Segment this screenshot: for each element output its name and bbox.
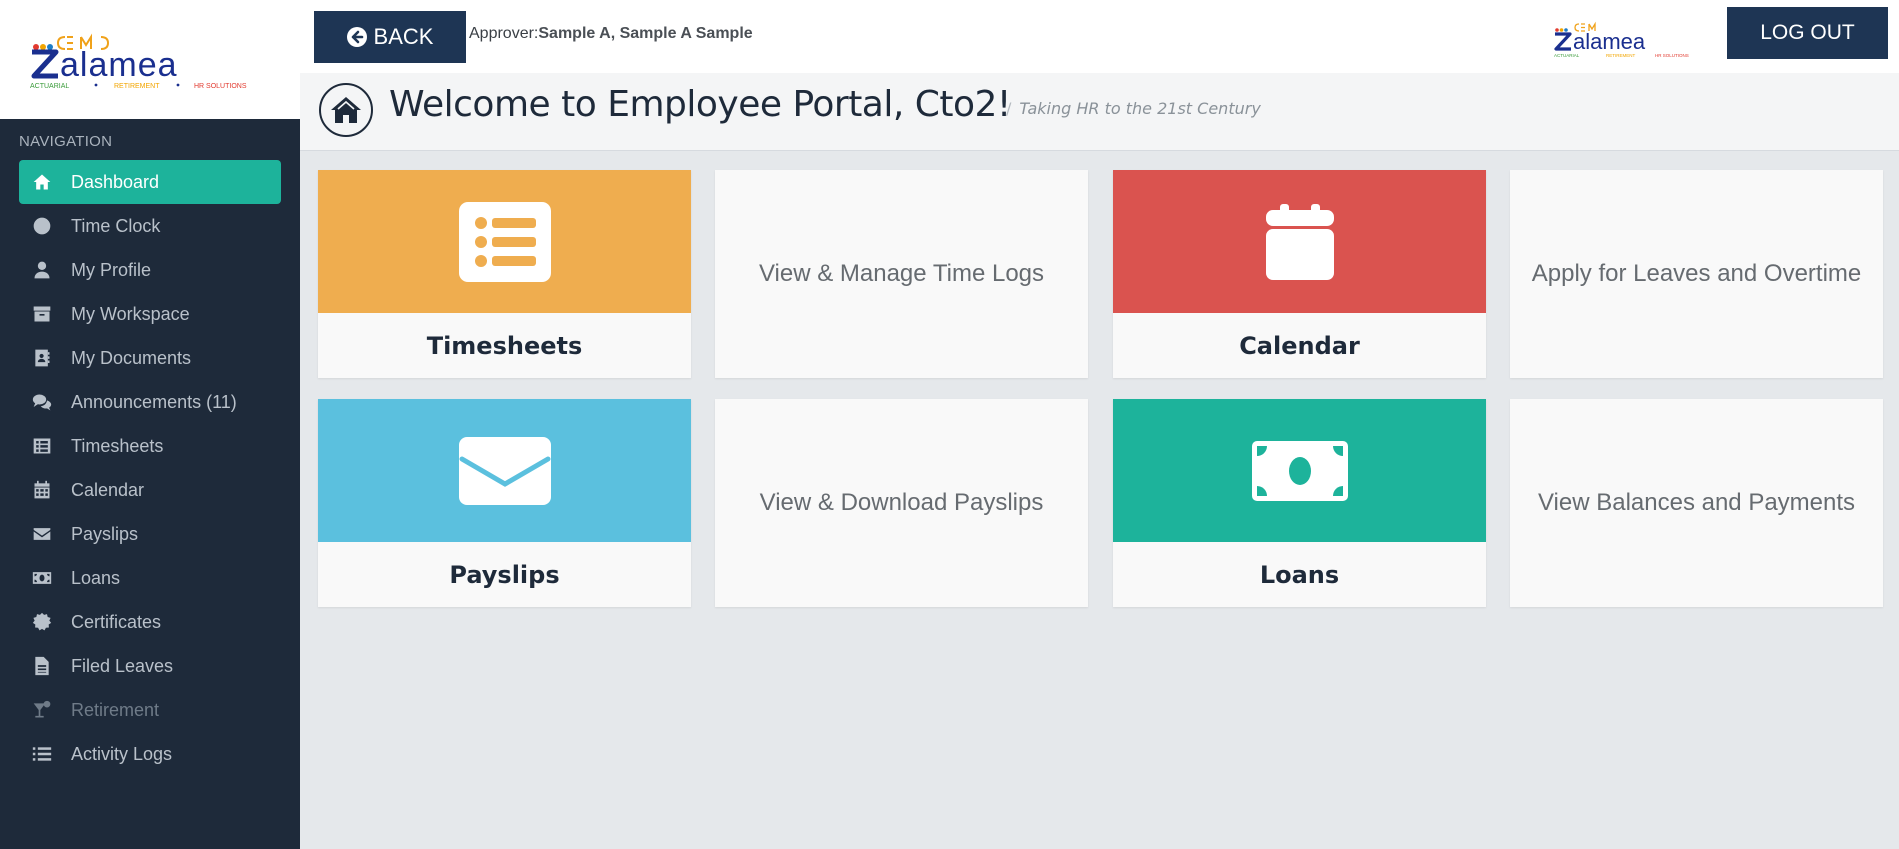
svg-text:ACTUARIAL: ACTUARIAL bbox=[30, 83, 69, 90]
sidebar-item-time-clock[interactable]: Time Clock bbox=[19, 204, 281, 248]
sidebar-item-my-documents[interactable]: My Documents bbox=[19, 336, 281, 380]
sidebar-item-label: My Profile bbox=[71, 259, 152, 280]
tile-payslips-description[interactable]: View & Download Payslips bbox=[715, 399, 1088, 607]
tile-description: Apply for Leaves and Overtime bbox=[1531, 260, 1862, 287]
envelope-icon bbox=[31, 523, 53, 545]
sidebar-logo[interactable]: alamea ACTUARIAL RETIREMENT HR SOLUTIONS bbox=[0, 0, 300, 119]
logout-button[interactable]: LOG OUT bbox=[1727, 7, 1888, 59]
page-title: Welcome to Employee Portal, Cto2! bbox=[389, 84, 1011, 125]
svg-text:RETIREMENT: RETIREMENT bbox=[1606, 53, 1636, 58]
money-icon bbox=[1251, 440, 1348, 501]
top-bar: BACK Approver:Sample A, Sample A Sample … bbox=[300, 0, 1899, 73]
sidebar-item-my-profile[interactable]: My Profile bbox=[19, 248, 281, 292]
tile-calendar-band bbox=[1113, 170, 1486, 313]
sidebar-item-announcements[interactable]: Announcements (11) bbox=[19, 380, 281, 424]
svg-text:HR SOLUTIONS: HR SOLUTIONS bbox=[1655, 53, 1689, 58]
home-icon bbox=[31, 171, 53, 193]
list-ul-icon bbox=[31, 743, 53, 765]
tile-leaves-description[interactable]: Apply for Leaves and Overtime bbox=[1510, 170, 1883, 378]
tile-payslips-band bbox=[318, 399, 691, 542]
file-icon bbox=[31, 655, 53, 677]
cocktail-icon bbox=[31, 699, 53, 721]
svg-text:alamea: alamea bbox=[1573, 29, 1646, 54]
page-subtitle: / Taking HR to the 21st Century bbox=[1006, 99, 1261, 118]
sidebar-item-label: Time Clock bbox=[71, 215, 161, 236]
envelope-icon bbox=[458, 436, 551, 505]
tile-loans-description[interactable]: View Balances and Payments bbox=[1510, 399, 1883, 607]
zalamea-logo-icon: alamea ACTUARIAL RETIREMENT HR SOLUTIONS bbox=[30, 33, 247, 90]
approver-label: Approver: bbox=[469, 25, 539, 42]
sidebar-item-certificates[interactable]: Certificates bbox=[19, 600, 281, 644]
sidebar-item-calendar[interactable]: Calendar bbox=[19, 468, 281, 512]
tile-label: Loans bbox=[1259, 560, 1340, 589]
calendar-icon bbox=[31, 479, 53, 501]
tile-label: Timesheets bbox=[426, 331, 583, 360]
back-button[interactable]: BACK bbox=[314, 11, 466, 63]
tile-description: View & Manage Time Logs bbox=[758, 260, 1045, 287]
svg-text:alamea: alamea bbox=[60, 46, 178, 84]
certificate-icon bbox=[31, 611, 53, 633]
back-button-label: BACK bbox=[373, 24, 434, 49]
sidebar: alamea ACTUARIAL RETIREMENT HR SOLUTIONS… bbox=[0, 0, 300, 849]
svg-text:RETIREMENT: RETIREMENT bbox=[114, 83, 160, 90]
tile-timesheets-band bbox=[318, 170, 691, 313]
archive-icon bbox=[31, 303, 53, 325]
sidebar-item-label: Announcements (11) bbox=[71, 391, 237, 412]
sidebar-item-label: Calendar bbox=[71, 479, 145, 500]
sidebar-item-label: Certificates bbox=[71, 611, 162, 632]
sidebar-item-my-workspace[interactable]: My Workspace bbox=[19, 292, 281, 336]
tile-payslips[interactable]: Payslips bbox=[318, 399, 691, 607]
arrow-circle-left-icon bbox=[346, 27, 367, 47]
sidebar-item-label: Retirement bbox=[71, 699, 160, 720]
nav-heading: NAVIGATION bbox=[19, 133, 113, 150]
tile-label: Payslips bbox=[449, 560, 560, 589]
tile-time-logs-description[interactable]: View & Manage Time Logs bbox=[715, 170, 1088, 378]
tile-timesheets[interactable]: Timesheets bbox=[318, 170, 691, 378]
tile-description: View & Download Payslips bbox=[759, 489, 1044, 516]
sidebar-item-loans[interactable]: Loans bbox=[19, 556, 281, 600]
sidebar-item-label: My Documents bbox=[71, 347, 192, 368]
tile-loans-band bbox=[1113, 399, 1486, 542]
sidebar-item-dashboard[interactable]: Dashboard bbox=[19, 160, 281, 204]
sidebar-item-label: My Workspace bbox=[71, 303, 190, 324]
page-header: Welcome to Employee Portal, Cto2! / Takin… bbox=[300, 73, 1899, 151]
svg-text:ACTUARIAL: ACTUARIAL bbox=[1554, 53, 1580, 58]
sidebar-item-label: Filed Leaves bbox=[71, 655, 174, 676]
address-book-icon bbox=[31, 347, 53, 369]
sidebar-item-label: Dashboard bbox=[71, 171, 160, 192]
tile-calendar[interactable]: Calendar bbox=[1113, 170, 1486, 378]
nav-list: Dashboard Time Clock My Profile My Works… bbox=[0, 160, 300, 776]
tile-label: Calendar bbox=[1239, 331, 1360, 360]
sidebar-item-payslips[interactable]: Payslips bbox=[19, 512, 281, 556]
user-icon bbox=[31, 259, 53, 281]
comments-icon bbox=[31, 391, 53, 413]
sidebar-item-timesheets[interactable]: Timesheets bbox=[19, 424, 281, 468]
sidebar-item-label: Activity Logs bbox=[71, 743, 173, 764]
subtitle-text: Taking HR to the 21st Century bbox=[1019, 99, 1261, 118]
approver-names: Sample A, Sample A Sample bbox=[538, 25, 753, 42]
home-icon bbox=[319, 83, 373, 137]
money-icon bbox=[31, 567, 53, 589]
tile-loans[interactable]: Loans bbox=[1113, 399, 1486, 607]
sidebar-item-label: Loans bbox=[71, 567, 121, 588]
tile-description: View Balances and Payments bbox=[1537, 489, 1856, 516]
sidebar-item-label: Payslips bbox=[71, 523, 139, 544]
sidebar-item-activity-logs[interactable]: Activity Logs bbox=[19, 732, 281, 776]
list-icon bbox=[31, 435, 53, 457]
sidebar-item-filed-leaves[interactable]: Filed Leaves bbox=[19, 644, 281, 688]
clock-icon bbox=[31, 215, 53, 237]
approver-info: Approver:Sample A, Sample A Sample bbox=[469, 25, 753, 43]
zalamea-logo-small-icon: alamea ACTUARIAL RETIREMENT HR SOLUTIONS bbox=[1554, 21, 1689, 58]
svg-text:HR SOLUTIONS: HR SOLUTIONS bbox=[194, 83, 247, 90]
sidebar-item-label: Timesheets bbox=[71, 435, 164, 456]
sidebar-item-retirement[interactable]: Retirement bbox=[19, 688, 281, 732]
list-icon bbox=[458, 201, 551, 282]
calendar-icon bbox=[1265, 203, 1334, 280]
header-logo[interactable]: alamea ACTUARIAL RETIREMENT HR SOLUTIONS bbox=[1551, 20, 1703, 65]
